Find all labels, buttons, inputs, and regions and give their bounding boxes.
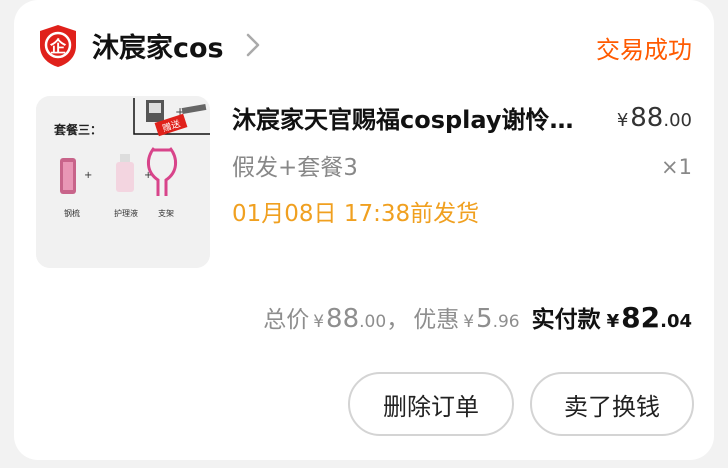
unit-price: ¥88.00 <box>617 103 692 133</box>
price-int: 88 <box>630 103 664 133</box>
price-summary: 总价 ¥ 88 .00 ， 优惠 ¥ 5 .96 实付款 ¥ 82 .04 <box>263 300 692 334</box>
total-dec: .00 <box>359 312 387 332</box>
order-status: 交易成功 <box>596 36 692 64</box>
total-currency: ¥ <box>313 312 325 332</box>
item-solution: 护理液 <box>114 208 138 218</box>
paid-currency: ¥ <box>606 311 620 332</box>
product-title[interactable]: 沐宸家天官赐福cosplay谢怜… <box>232 100 574 135</box>
chevron-right-icon[interactable] <box>242 30 264 60</box>
discount-int: 5 <box>476 304 493 334</box>
svg-text:+: + <box>84 170 92 181</box>
total-int: 88 <box>326 304 360 334</box>
summary-separator: ， <box>386 307 410 333</box>
paid-label: 实付款 <box>531 307 601 333</box>
set-label: 套餐三： <box>53 122 102 137</box>
product-variant: 假发+套餐3 <box>232 155 358 181</box>
price-currency: ¥ <box>616 110 629 131</box>
order-card: 企 沐宸家cos 交易成功 + 赠送 套餐三： + + 钢梳 护理液 支架 沐宸… <box>14 0 714 460</box>
paid-int: 82 <box>621 301 661 334</box>
item-stand: 支架 <box>158 208 174 218</box>
shipping-deadline: 01月08日 17:38前发货 <box>232 201 480 227</box>
tmall-shield-icon[interactable]: 企 <box>38 24 78 68</box>
sell-button[interactable]: 卖了换钱 <box>530 372 694 436</box>
discount-currency: ¥ <box>463 312 475 332</box>
discount-dec: .96 <box>492 312 520 332</box>
product-image[interactable]: + 赠送 套餐三： + + 钢梳 护理液 支架 <box>36 96 210 268</box>
price-dec: .00 <box>663 110 692 131</box>
discount-label: 优惠 <box>413 307 460 333</box>
shop-name[interactable]: 沐宸家cos <box>92 26 224 65</box>
paid-dec: .04 <box>660 311 692 332</box>
item-comb: 钢梳 <box>64 208 80 218</box>
total-label: 总价 <box>263 307 310 333</box>
shield-icon-char: 企 <box>49 37 67 56</box>
delete-order-button[interactable]: 删除订单 <box>348 372 514 436</box>
product-quantity: ×1 <box>661 155 692 179</box>
